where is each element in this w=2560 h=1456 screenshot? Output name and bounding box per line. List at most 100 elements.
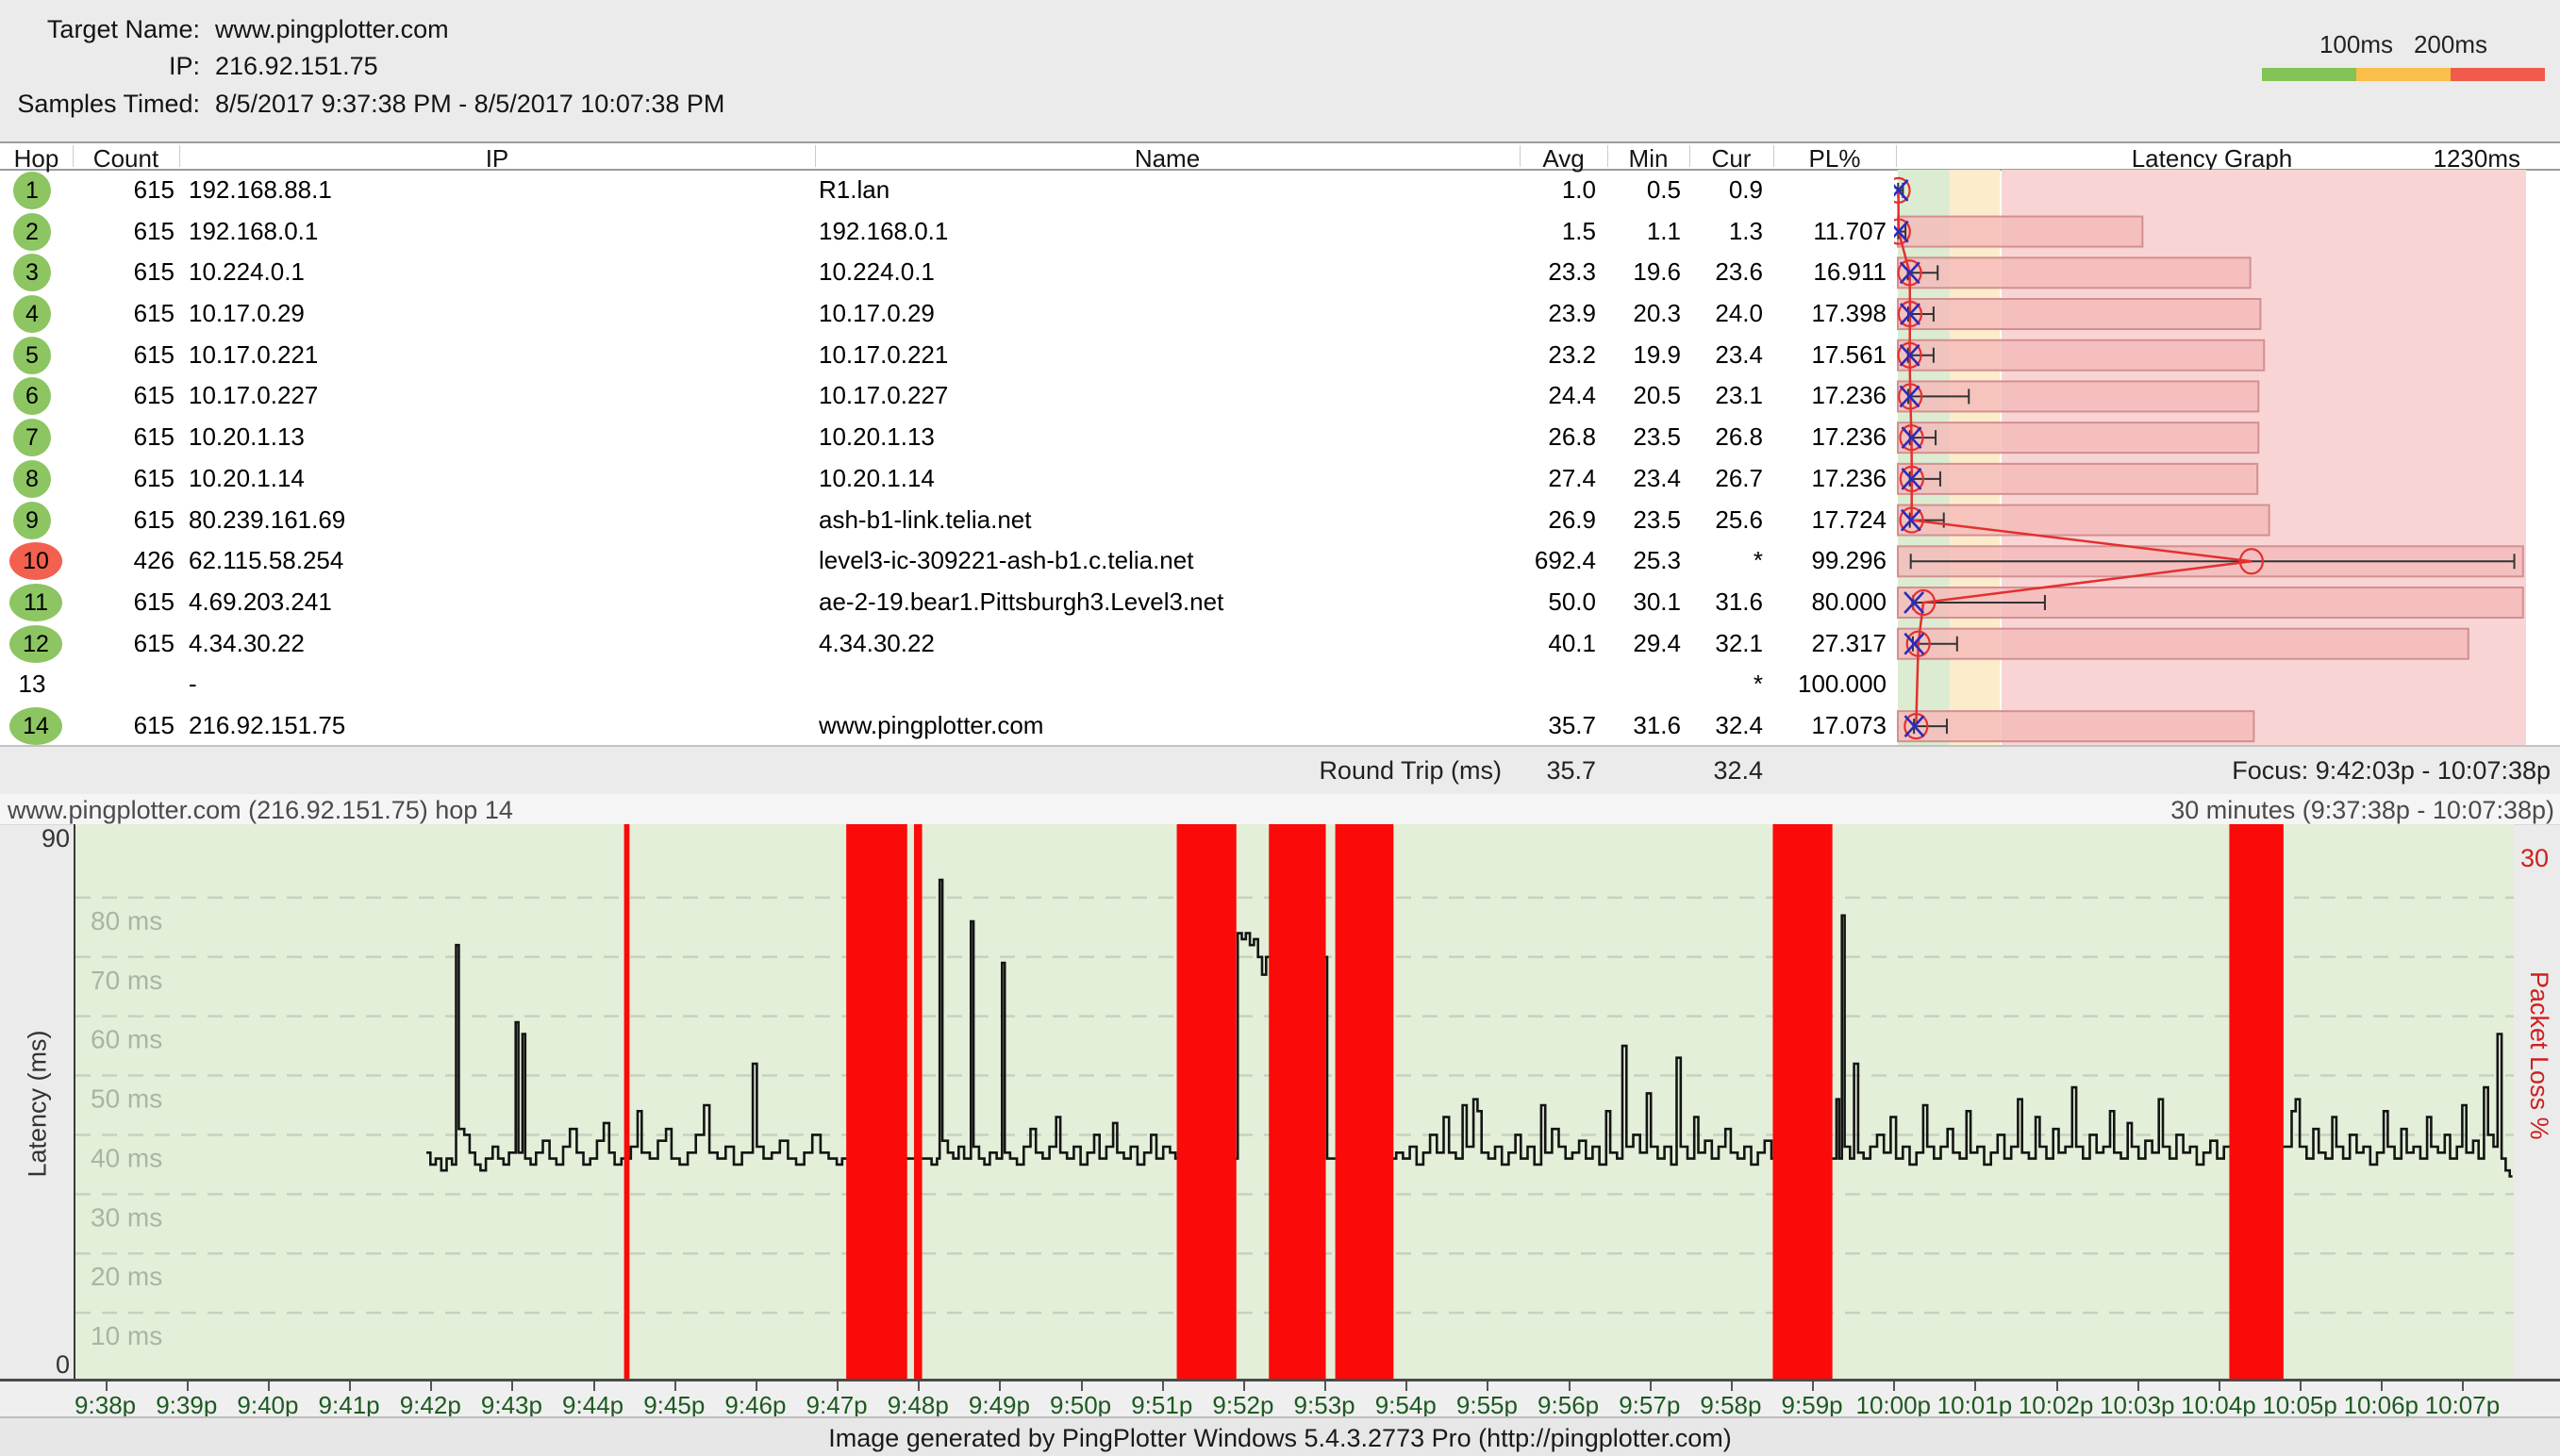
pl-cell: 80.000 — [1736, 587, 1887, 617]
time-tick — [349, 1382, 351, 1391]
count-cell: 615 — [80, 422, 175, 452]
ip-value: 216.92.151.75 — [215, 52, 378, 81]
pl-cell: 16.911 — [1736, 257, 1887, 287]
hop-table: Hop Count IP Name Avg Min Cur PL% Latenc… — [0, 141, 2560, 747]
time-tick — [430, 1382, 432, 1391]
count-cell: 615 — [80, 381, 175, 410]
ip-cell: 80.239.161.69 — [189, 505, 345, 535]
packet-loss-bar — [914, 824, 923, 1379]
ip-cell: 10.17.0.221 — [189, 340, 318, 370]
pl-cell: 17.724 — [1736, 505, 1887, 535]
target-name-value: www.pingplotter.com — [215, 15, 449, 44]
time-tick — [1405, 1382, 1407, 1391]
time-tick — [1650, 1382, 1652, 1391]
time-axis[interactable]: 9:38p9:39p9:40p9:41p9:42p9:43p9:44p9:45p… — [0, 1379, 2560, 1419]
name-cell: 4.34.30.22 — [819, 629, 935, 658]
time-tick — [756, 1382, 757, 1391]
time-tick — [1324, 1382, 1326, 1391]
focus-range: Focus: 9:42:03p - 10:07:38p — [1981, 756, 2551, 786]
name-cell: 10.17.0.221 — [819, 340, 948, 370]
packet-loss-bar — [1269, 824, 1325, 1379]
ip-cell: 216.92.151.75 — [189, 711, 345, 740]
ip-cell: 62.115.58.254 — [189, 546, 343, 575]
name-cell: 10.20.1.13 — [819, 422, 935, 452]
divider — [1773, 145, 1774, 167]
time-tick — [999, 1382, 1001, 1391]
hop-badge: 4 — [13, 295, 51, 333]
time-tick — [1162, 1382, 1164, 1391]
divider — [1896, 145, 1897, 167]
pl-cell: 17.236 — [1736, 422, 1887, 452]
timeline-graph[interactable]: 80 ms70 ms60 ms50 ms40 ms30 ms20 ms10 ms — [75, 824, 2514, 1379]
samples-timed-value: 8/5/2017 9:37:38 PM - 8/5/2017 10:07:38 … — [215, 90, 724, 119]
count-cell: 615 — [80, 175, 175, 205]
gridline-label: 30 ms — [91, 1202, 162, 1232]
time-tick — [1487, 1382, 1488, 1391]
time-tick — [1893, 1382, 1895, 1391]
count-cell: 615 — [80, 587, 175, 617]
time-tick — [2462, 1382, 2464, 1391]
ip-cell: 10.224.0.1 — [189, 257, 305, 287]
hop-badge: 7 — [13, 419, 51, 456]
time-tick — [2137, 1382, 2139, 1391]
legend-red-segment — [2451, 68, 2545, 81]
hop-badge: 5 — [13, 337, 51, 374]
gridline-label: 10 ms — [91, 1321, 162, 1350]
packet-loss-bar — [2229, 824, 2283, 1379]
ip-label: IP: — [0, 52, 200, 81]
target-name-label: Target Name: — [0, 15, 200, 44]
count-cell: 615 — [80, 711, 175, 740]
time-tick — [674, 1382, 676, 1391]
pl-cell: 17.236 — [1736, 381, 1887, 410]
pl-cell: 17.236 — [1736, 464, 1887, 493]
y-axis-title: Latency (ms) — [24, 1010, 53, 1199]
timeline-span: 30 minutes (9:37:38p - 10:07:38p) — [2170, 796, 2554, 825]
latency-graph-column[interactable] — [1894, 170, 2560, 747]
y2-axis-title: Packet Loss % — [2524, 971, 2553, 1140]
round-trip-row: Round Trip (ms) 35.7 32.4 Focus: 9:42:03… — [0, 745, 2560, 798]
name-cell: 10.224.0.1 — [819, 257, 935, 287]
ip-cell: 4.69.203.241 — [189, 587, 332, 617]
count-cell: 615 — [80, 464, 175, 493]
packet-loss-bar — [1336, 824, 1394, 1379]
ip-cell: - — [189, 670, 197, 699]
round-trip-avg: 35.7 — [1471, 756, 1596, 786]
time-tick — [2300, 1382, 2302, 1391]
time-tick — [918, 1382, 920, 1391]
divider — [1607, 145, 1608, 167]
time-tick — [1243, 1382, 1245, 1391]
hop-number: 13 — [13, 670, 51, 699]
hop-badge: 12 — [9, 625, 62, 663]
timeline-header: www.pingplotter.com (216.92.151.75) hop … — [0, 794, 2560, 825]
divider — [73, 145, 74, 167]
summary-header: Target Name: www.pingplotter.com IP: 216… — [0, 0, 2560, 141]
hop-badge: 11 — [9, 584, 62, 621]
gridline-label: 20 ms — [91, 1262, 162, 1291]
time-tick — [268, 1382, 270, 1391]
footer-credit: Image generated by PingPlotter Windows 5… — [0, 1424, 2560, 1453]
count-cell: 615 — [80, 257, 175, 287]
count-cell: 426 — [80, 546, 175, 575]
round-trip-label: Round Trip (ms) — [1132, 756, 1502, 786]
divider — [179, 145, 180, 167]
time-tick — [1731, 1382, 1733, 1391]
time-tick — [106, 1382, 108, 1391]
packet-loss-bar — [846, 824, 907, 1379]
name-cell: 10.17.0.227 — [819, 381, 948, 410]
ip-cell: 192.168.0.1 — [189, 217, 318, 246]
time-tick — [1974, 1382, 1976, 1391]
count-cell: 615 — [80, 299, 175, 328]
pl-cell: 100.000 — [1736, 670, 1887, 699]
time-tick — [1812, 1382, 1814, 1391]
hop-badge: 2 — [13, 213, 51, 251]
pl-cell: 11.707 — [1736, 217, 1887, 246]
divider — [1689, 145, 1690, 167]
pl-cell: 17.073 — [1736, 711, 1887, 740]
legend-orange-segment — [2356, 68, 2451, 81]
pl-cell: 99.296 — [1736, 546, 1887, 575]
time-tick — [1569, 1382, 1571, 1391]
name-cell: www.pingplotter.com — [819, 711, 1043, 740]
gridline-label: 50 ms — [91, 1084, 162, 1114]
ip-cell: 192.168.88.1 — [189, 175, 332, 205]
hop-badge: 14 — [9, 707, 62, 745]
